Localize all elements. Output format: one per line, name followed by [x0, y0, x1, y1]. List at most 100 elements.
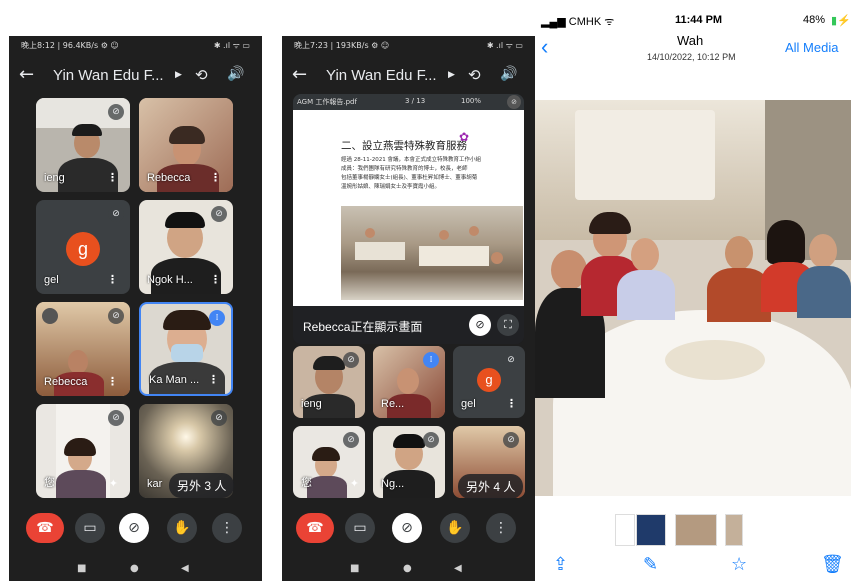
participant-tile-rebecca-2[interactable]: ⊘ Rebecca ⋮ [36, 302, 130, 396]
thumbnail[interactable] [675, 514, 717, 546]
favorite-star-icon[interactable]: ☆ [731, 554, 747, 575]
participant-tile-ka-man[interactable]: ⁞ Ka Man ... ⋮ [139, 302, 233, 396]
camera-lens [42, 308, 58, 324]
more-vert-icon[interactable]: ⋮ [107, 171, 118, 184]
all-media-button[interactable]: All Media [785, 40, 838, 55]
back-arrow-icon[interactable]: ← [292, 64, 307, 85]
participant-tile-self[interactable]: ⊘ 您 ✦ [36, 404, 130, 498]
fullscreen-icon[interactable]: ⛶ [497, 314, 519, 336]
sparkle-effects-icon[interactable]: ✦ [350, 477, 359, 490]
switch-camera-icon[interactable]: ⟲ [468, 66, 481, 84]
hang-up-button[interactable]: ☎ [26, 513, 64, 543]
sparkle-effects-icon[interactable]: ✦ [109, 477, 118, 490]
nav-home-icon[interactable]: ● [130, 563, 139, 574]
more-vert-icon[interactable]: ⋮ [210, 171, 221, 184]
nav-back-icon[interactable]: ◀ [454, 563, 462, 574]
mic-off-icon: ⊘ [128, 520, 140, 536]
logo-icon: ✿ [459, 130, 470, 144]
meeting-title[interactable]: Yin Wan Edu F... [326, 67, 437, 84]
participant-face [68, 350, 88, 374]
caret-right-icon[interactable]: ▶ [175, 70, 182, 80]
speaker-icon[interactable]: 🔊 [500, 66, 517, 82]
raise-hand-button[interactable]: ✋ [167, 513, 197, 543]
participant-tile-gel[interactable]: g ⊘ gel ⋮ [453, 346, 525, 418]
nav-home-icon[interactable]: ● [403, 563, 412, 574]
more-vert-icon[interactable]: ⋮ [506, 397, 517, 410]
more-options-button[interactable]: ⋮ [212, 513, 242, 543]
participant-tile-ngok[interactable]: ⊘ Ng... [373, 426, 445, 498]
mic-off-icon: ⊘ [108, 206, 124, 222]
trash-icon[interactable]: 🗑 [821, 554, 844, 575]
android-nav-bar: ■ ● ◀ [282, 557, 535, 581]
participant-tile-ieng[interactable]: ⊘ ieng ⋮ [36, 98, 130, 192]
participant-name: gel [44, 274, 59, 286]
participant-tile-ieng[interactable]: ⊘ ieng [293, 346, 365, 418]
speaker-icon[interactable]: 🔊 [227, 66, 244, 82]
participant-name: gel [461, 398, 476, 410]
more-options-button[interactable]: ⋮ [486, 513, 516, 543]
back-chevron-icon[interactable]: ‹ [541, 34, 548, 60]
camera-icon: ▭ [353, 520, 367, 536]
clock: 11:44 PM [675, 14, 723, 26]
thumbnail[interactable] [636, 514, 666, 546]
others-count-pill[interactable]: 另外 4 人 [458, 474, 524, 499]
mic-off-icon: ⊘ [503, 352, 519, 368]
participant-tile-rebecca[interactable]: Rebecca ⋮ [139, 98, 233, 192]
nav-back-icon[interactable]: ◀ [181, 563, 189, 574]
signal-carrier: ▂▄▆ CMHK ᯤ [541, 14, 614, 29]
hang-up-button[interactable]: ☎ [296, 513, 334, 543]
participant-name: 您 [44, 477, 55, 489]
photo-table [419, 246, 489, 266]
participant-body [307, 476, 347, 498]
photo-person [439, 230, 449, 240]
caret-right-icon[interactable]: ▶ [448, 70, 455, 80]
pin-off-icon[interactable]: ⊘ [469, 314, 491, 336]
more-vert-icon: ⋮ [494, 520, 508, 536]
android-status-bar: 晚上8:12 | 96.4KB/s ⚙ ☺ ✱ .ıl ᯤ ▭ [9, 36, 262, 56]
participant-face [397, 368, 419, 394]
participant-body [56, 470, 106, 498]
more-vert-icon[interactable]: ⋮ [107, 375, 118, 388]
battery-percent: 48% [803, 14, 826, 26]
raise-hand-icon: ✋ [173, 520, 191, 536]
participant-tile-gel[interactable]: g ⊘ gel ⋮ [36, 200, 130, 294]
share-icon[interactable]: ⇪ [553, 554, 568, 575]
pdf-body-line: 成員：我們團隊有研究特殊教育的博士，校長，老師 [341, 166, 468, 172]
photo-table [355, 242, 405, 260]
android-nav-bar: ■ ● ◀ [9, 557, 262, 581]
participant-name: Ngok H... [147, 274, 193, 286]
participant-tile-rebecca[interactable]: ⁞ Re... [373, 346, 445, 418]
camera-button[interactable]: ▭ [75, 513, 105, 543]
thumbnail[interactable] [725, 514, 743, 546]
photo-person [631, 238, 659, 272]
presenter-bar: Rebecca正在顯示畫面 ⊘ ⛶ [293, 306, 524, 344]
presentation-panel[interactable]: AGM 工作報告.pdf 3 / 13 100% ⊘ 二、設立燕雲特殊教育服務 … [293, 94, 524, 344]
others-count-pill[interactable]: 另外 3 人 [169, 473, 235, 498]
mic-toggle-button[interactable]: ⊘ [392, 513, 422, 543]
raise-hand-button[interactable]: ✋ [440, 513, 470, 543]
more-vert-icon[interactable]: ⋮ [208, 373, 219, 386]
mic-toggle-button[interactable]: ⊘ [119, 513, 149, 543]
nav-recents-icon[interactable]: ■ [350, 563, 359, 574]
speaking-indicator-icon: ⁞ [209, 310, 225, 326]
photo-person [365, 228, 375, 238]
photo-person [767, 220, 805, 264]
mic-off-icon: ⊘ [211, 410, 227, 426]
camera-button[interactable]: ▭ [345, 513, 375, 543]
thumbnail[interactable] [615, 514, 635, 546]
wifi-icon: ᯤ [604, 16, 615, 28]
back-arrow-icon[interactable]: ← [19, 64, 34, 85]
more-vert-icon[interactable]: ⋮ [107, 273, 118, 286]
presenter-label: Rebecca正在顯示畫面 [303, 320, 423, 334]
more-vert-icon[interactable]: ⋮ [210, 273, 221, 286]
participant-tile-ngok[interactable]: ⊘ Ngok H... ⋮ [139, 200, 233, 294]
participant-tile-self[interactable]: ⊘ 您 ✦ [293, 426, 365, 498]
participant-name: Ka Man ... [149, 374, 200, 386]
switch-camera-icon[interactable]: ⟲ [195, 66, 208, 84]
meeting-title[interactable]: Yin Wan Edu F... [53, 67, 164, 84]
markup-icon[interactable]: ✎ [643, 554, 658, 575]
photo-person [797, 266, 851, 318]
mic-off-icon: ⊘ [507, 95, 521, 109]
dinner-photo[interactable] [535, 100, 851, 496]
nav-recents-icon[interactable]: ■ [77, 563, 86, 574]
